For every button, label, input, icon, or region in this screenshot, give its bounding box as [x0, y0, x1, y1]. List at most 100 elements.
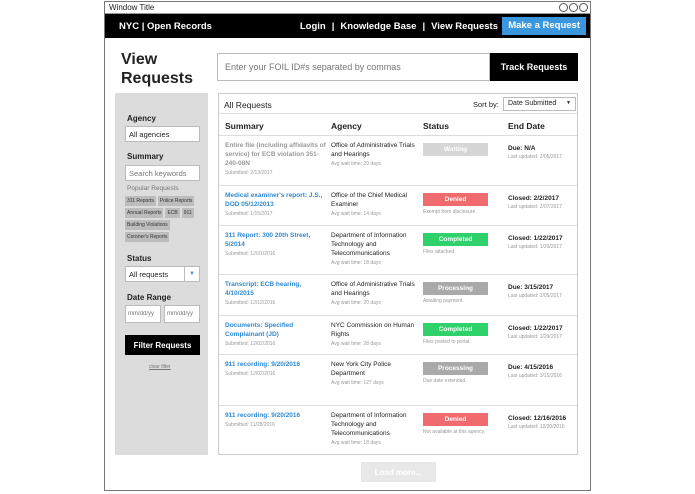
avg-wait-time: Avg wait time: 14 days: [331, 211, 381, 217]
last-updated: Last updated: 12/20/2016: [508, 424, 565, 430]
date-to-input[interactable]: [164, 305, 200, 323]
last-updated: Last updated: 1/29/2017: [508, 334, 562, 340]
date-from-input[interactable]: [125, 305, 161, 323]
top-nav: NYC | Open Records Login | Knowledge Bas…: [105, 14, 590, 38]
nav-login[interactable]: Login: [300, 21, 326, 32]
brand-link[interactable]: NYC | Open Records: [119, 21, 212, 32]
table-title: All Requests: [224, 100, 272, 110]
request-summary-link[interactable]: Documents: Specified Complainant (JD): [225, 321, 327, 339]
column-header-end-date[interactable]: End Date: [508, 121, 545, 131]
request-summary-link[interactable]: 911 recording: 9/20/2016: [225, 360, 327, 369]
table-row[interactable]: 911 recording: 9/20/2016 Submitted: 12/02…: [219, 354, 577, 405]
sort-select[interactable]: Date Submitted ▼: [503, 97, 576, 111]
request-summary-link[interactable]: 911 recording: 9/20/2016: [225, 411, 327, 420]
status-badge: Waiting: [423, 143, 488, 156]
tag-911[interactable]: 911: [181, 208, 194, 218]
request-summary-link[interactable]: Entire file (including affidavits of ser…: [225, 141, 327, 168]
window-title: Window Title: [109, 3, 155, 12]
end-date: Closed: 2/2/2017: [508, 195, 559, 202]
app-window: Window Title NYC | Open Records Login | …: [104, 1, 591, 491]
status-badge: Completed: [423, 233, 488, 246]
avg-wait-time: Avg wait time: 20 days: [331, 161, 381, 167]
end-date: Closed: 1/22/2017: [508, 325, 563, 332]
tag-building-violations[interactable]: Building Violations: [125, 220, 170, 230]
chevron-down-icon: ▼: [566, 100, 571, 106]
tag-annual-reports[interactable]: Annual Reports: [125, 208, 164, 218]
avg-wait-time: Avg wait time: 18 days: [331, 440, 381, 446]
sort-select-value: Date Submitted: [508, 100, 557, 107]
agency-name: Department of Information Technology and…: [331, 412, 407, 437]
last-updated: Last updated: 3/15/2016: [508, 373, 562, 379]
status-badge: Denied: [423, 413, 488, 426]
request-summary-link[interactable]: Medical examiner's report: J.S., DOD 05/…: [225, 191, 327, 209]
popular-tags: 311 Reports Police Reports Annual Report…: [125, 196, 205, 242]
foil-id-search-input[interactable]: [217, 53, 490, 81]
tag-coroners-reports[interactable]: Coroner's Reports: [125, 232, 170, 242]
column-header-summary[interactable]: Summary: [225, 121, 264, 131]
tag-police-reports[interactable]: Police Reports: [157, 196, 195, 206]
clear-filter-link[interactable]: clear filter: [149, 364, 171, 370]
status-badge: Denied: [423, 193, 488, 206]
status-note: Not available at this agency.: [423, 429, 486, 435]
status-badge: Processing: [423, 282, 488, 295]
table-row[interactable]: Transcript: ECB hearing, 4/10/2015 Submit…: [219, 274, 577, 315]
avg-wait-time: Avg wait time: 18 days: [331, 260, 381, 266]
agency-label: Agency: [127, 114, 156, 123]
nav-separator: |: [422, 21, 426, 32]
status-note: Awaiting payment.: [423, 298, 464, 304]
summary-label: Summary: [127, 152, 164, 161]
agency-name: Department of Information Technology and…: [331, 232, 407, 257]
end-date: Due: 4/15/2016: [508, 364, 554, 371]
status-note: Files posted to portal.: [423, 339, 471, 345]
submitted-date: Submitted: 12/02/2016: [225, 371, 276, 377]
column-header-agency[interactable]: Agency: [331, 121, 362, 131]
end-date: Due: 3/15/2017: [508, 284, 554, 291]
minimize-button[interactable]: [559, 3, 568, 12]
maximize-button[interactable]: [569, 3, 578, 12]
table-row[interactable]: Medical examiner's report: J.S., DOD 05/…: [219, 185, 577, 225]
filter-requests-button[interactable]: Filter Requests: [125, 335, 200, 355]
request-summary-link[interactable]: Transcript: ECB hearing, 4/10/2015: [225, 280, 327, 298]
status-note: Exempt from disclosure.: [423, 209, 477, 215]
close-button[interactable]: [579, 3, 588, 12]
submitted-date: Submitted: 12/31/2016: [225, 251, 276, 257]
submitted-date: Submitted: 11/28/2016: [225, 422, 275, 428]
status-note: Files attached.: [423, 249, 456, 255]
table-row[interactable]: 911 recording: 9/20/2016 Submitted: 11/28…: [219, 405, 577, 452]
status-select[interactable]: All requests ▼: [125, 266, 200, 282]
last-updated: Last updated: 2/07/2017: [508, 204, 562, 210]
status-badge: Completed: [423, 323, 488, 336]
nav-knowledge-base[interactable]: Knowledge Base: [340, 21, 416, 32]
status-select-value: All requests: [129, 270, 169, 279]
load-more-button[interactable]: Load more...: [361, 462, 436, 482]
status-note: Due date extended.: [423, 378, 467, 384]
tag-311-reports[interactable]: 311 Reports: [125, 196, 156, 206]
page-title: View Requests: [121, 50, 193, 88]
submitted-date: Submitted: 12/02/2016: [225, 341, 276, 347]
table-row[interactable]: Entire file (including affidavits of ser…: [219, 135, 577, 185]
avg-wait-time: Avg wait time: 20 days: [331, 300, 381, 306]
table-row[interactable]: Documents: Specified Complainant (JD) Sub…: [219, 315, 577, 354]
date-range-label: Date Range: [127, 293, 172, 302]
summary-keyword-input[interactable]: [125, 165, 200, 181]
agency-input[interactable]: All agencies: [125, 126, 200, 142]
request-summary-link[interactable]: 311 Report: 300 20th Street, 5/2014: [225, 231, 327, 249]
submitted-date: Submitted: 1/15/2017: [225, 211, 273, 217]
end-date: Closed: 1/22/2017: [508, 235, 563, 242]
sort-label: Sort by:: [473, 100, 499, 109]
table-row[interactable]: 311 Report: 300 20th Street, 5/2014 Submi…: [219, 225, 577, 274]
requests-table: All Requests Sort by: Date Submitted ▼ S…: [218, 93, 578, 455]
page-title-line2: Requests: [121, 70, 194, 87]
status-badge: Processing: [423, 362, 488, 375]
page-title-line1: View: [121, 51, 158, 68]
track-requests-button[interactable]: Track Requests: [490, 53, 578, 81]
tag-ecb[interactable]: ECB: [165, 208, 180, 218]
submitted-date: Submitted: 2/13/2017: [225, 170, 273, 176]
column-header-status[interactable]: Status: [423, 121, 449, 131]
agency-name: Office of the Chief Medical Examiner: [331, 192, 408, 208]
avg-wait-time: Avg wait time: 28 days: [331, 341, 381, 347]
make-request-button[interactable]: Make a Request: [502, 17, 586, 35]
nav-view-requests[interactable]: View Requests: [431, 21, 498, 32]
title-bar: Window Title: [105, 2, 590, 14]
agency-name: NYC Commission on Human Rights: [331, 322, 415, 338]
